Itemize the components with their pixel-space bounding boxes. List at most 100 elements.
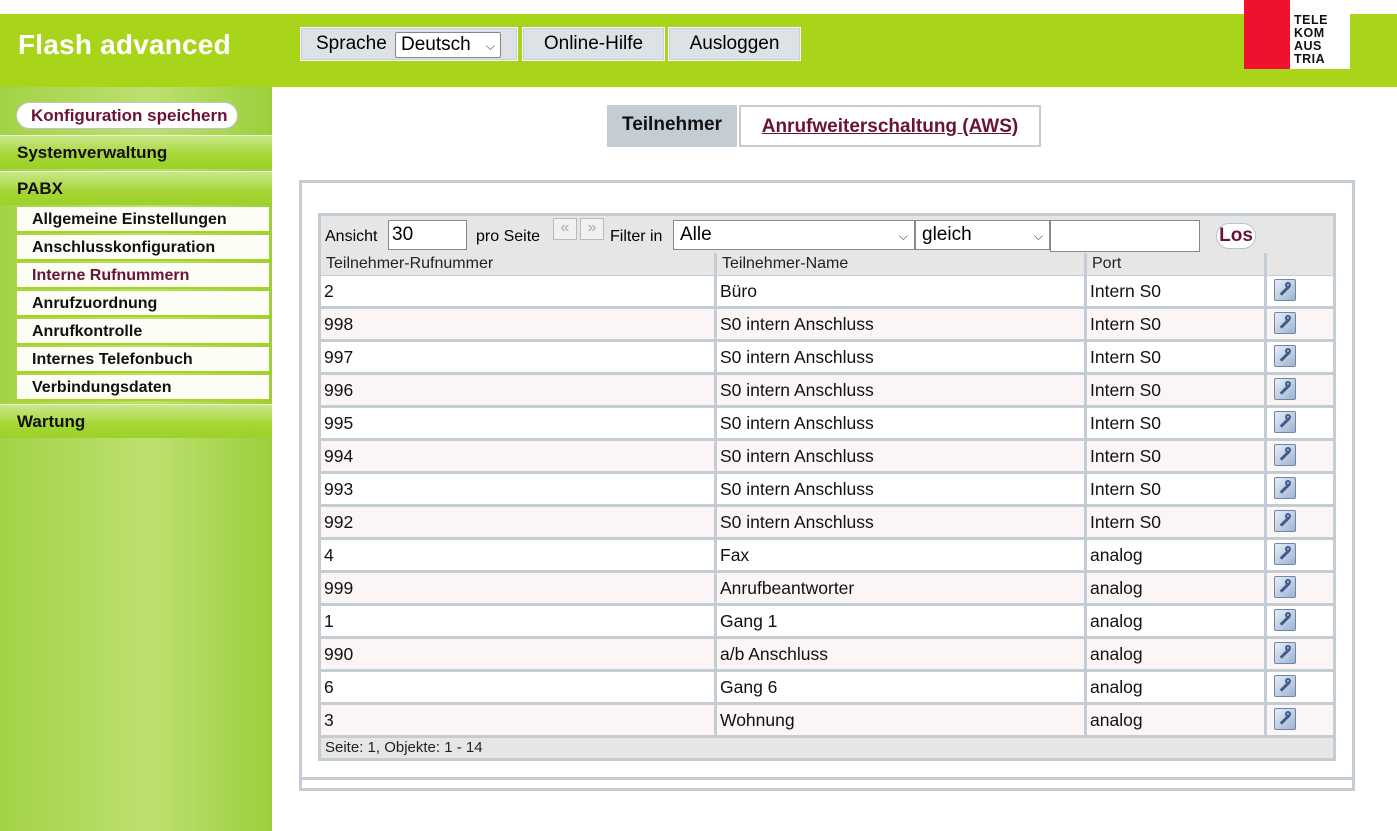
cell-action (1267, 276, 1333, 309)
table-row: 992 S0 intern Anschluss Intern S0 (321, 507, 1333, 540)
tab-anrufweiterschaltung[interactable]: Anrufweiterschaltung (AWS) (739, 105, 1041, 147)
save-configuration-button[interactable]: Konfiguration speichern (16, 102, 238, 129)
chevron-down-icon: ⌵ (898, 229, 908, 243)
chevron-down-icon: ⌵ (1033, 229, 1043, 243)
table-row: 990 a/b Anschluss analog (321, 639, 1333, 672)
column-header-number[interactable]: Teilnehmer-Rufnummer (321, 253, 717, 276)
cell-number: 990 (321, 639, 717, 672)
telekom-austria-logo: TELE KOM AUS TRIA (1244, 0, 1350, 69)
table-toolbar: Ansicht 30 pro Seite « » Filter in Alle … (318, 213, 1336, 253)
table-row: 997 S0 intern Anschluss Intern S0 (321, 342, 1333, 375)
table-row: 999 Anrufbeantworter analog (321, 573, 1333, 606)
edit-wrench-icon[interactable] (1274, 608, 1296, 631)
language-label: Sprache (316, 33, 387, 54)
language-select[interactable]: Deutsch ⌵ (395, 32, 501, 58)
edit-wrench-icon[interactable] (1274, 410, 1296, 433)
table-row: 4 Fax analog (321, 540, 1333, 573)
filter-field-value: Alle (680, 224, 712, 245)
edit-wrench-icon[interactable] (1274, 443, 1296, 466)
per-page-label: pro Seite (476, 228, 541, 245)
cell-action (1267, 507, 1333, 540)
cell-action (1267, 606, 1333, 639)
cell-name: Gang 1 (717, 606, 1087, 639)
filter-operator-select[interactable]: gleich ⌵ (915, 220, 1050, 250)
cell-port: Intern S0 (1087, 375, 1267, 408)
cell-number: 998 (321, 309, 717, 342)
language-selector-box: Sprache Deutsch ⌵ (300, 27, 518, 61)
cell-name: S0 intern Anschluss (717, 408, 1087, 441)
cell-name: S0 intern Anschluss (717, 375, 1087, 408)
online-help-button[interactable]: Online-Hilfe (522, 27, 665, 61)
cell-action (1267, 573, 1333, 606)
edit-wrench-icon[interactable] (1274, 377, 1296, 400)
cell-number: 997 (321, 342, 717, 375)
sidebar-item-internes-telefonbuch[interactable]: Internes Telefonbuch (17, 347, 269, 373)
edit-wrench-icon[interactable] (1274, 641, 1296, 664)
go-button[interactable]: Los (1216, 223, 1256, 249)
table-body: 2 Büro Intern S0 998 S0 intern Anschluss Inte… (321, 276, 1333, 738)
sidebar-item-anschlusskonfiguration[interactable]: Anschlusskonfiguration (17, 235, 269, 261)
cell-port: analog (1087, 540, 1267, 573)
cell-number: 2 (321, 276, 717, 309)
sidebar-item-anrufzuordnung[interactable]: Anrufzuordnung (17, 291, 269, 317)
column-header-actions (1267, 253, 1333, 276)
edit-wrench-icon[interactable] (1274, 575, 1296, 598)
previous-page-button[interactable]: « (553, 218, 577, 240)
next-page-button[interactable]: » (580, 218, 604, 240)
cell-number: 995 (321, 408, 717, 441)
edit-wrench-icon[interactable] (1274, 476, 1296, 499)
cell-action (1267, 342, 1333, 375)
cell-number: 999 (321, 573, 717, 606)
edit-wrench-icon[interactable] (1274, 311, 1296, 334)
sidebar-item-verbindungsdaten[interactable]: Verbindungsdaten (17, 375, 269, 401)
chevron-down-icon: ⌵ (485, 39, 495, 53)
cell-port: analog (1087, 606, 1267, 639)
cell-number: 994 (321, 441, 717, 474)
cell-port: analog (1087, 672, 1267, 705)
cell-action (1267, 672, 1333, 705)
sidebar-section-wartung[interactable]: Wartung (0, 404, 272, 438)
logout-button[interactable]: Ausloggen (668, 27, 801, 61)
cell-port: analog (1087, 639, 1267, 672)
filter-operator-value: gleich (922, 224, 972, 245)
sidebar-item-allgemeine-einstellungen[interactable]: Allgemeine Einstellungen (17, 207, 269, 233)
filter-label: Filter in (610, 228, 663, 245)
cell-port: Intern S0 (1087, 408, 1267, 441)
rows-per-page-input[interactable]: 30 (388, 220, 467, 250)
tab-teilnehmer[interactable]: Teilnehmer (607, 105, 737, 147)
filter-value-input[interactable] (1050, 220, 1200, 252)
cell-port: Intern S0 (1087, 342, 1267, 375)
cell-port: analog (1087, 705, 1267, 738)
sidebar-section-systemverwaltung[interactable]: Systemverwaltung (0, 135, 272, 169)
cell-name: Gang 6 (717, 672, 1087, 705)
subscriber-table: Teilnehmer-Rufnummer Teilnehmer-Name Por… (318, 253, 1336, 761)
cell-action (1267, 309, 1333, 342)
filter-field-select[interactable]: Alle ⌵ (673, 220, 915, 250)
edit-wrench-icon[interactable] (1274, 509, 1296, 532)
cell-action (1267, 705, 1333, 738)
column-header-port[interactable]: Port (1087, 253, 1267, 276)
panel-divider (302, 777, 1352, 788)
edit-wrench-icon[interactable] (1274, 674, 1296, 697)
cell-name: S0 intern Anschluss (717, 507, 1087, 540)
cell-number: 3 (321, 705, 717, 738)
edit-wrench-icon[interactable] (1274, 707, 1296, 730)
cell-port: Intern S0 (1087, 507, 1267, 540)
view-label: Ansicht (325, 228, 378, 245)
sidebar-item-interne-rufnummern[interactable]: Interne Rufnummern (17, 263, 269, 289)
cell-number: 4 (321, 540, 717, 573)
column-header-name[interactable]: Teilnehmer-Name (717, 253, 1087, 276)
cell-action (1267, 639, 1333, 672)
edit-wrench-icon[interactable] (1274, 542, 1296, 565)
table-row: 2 Büro Intern S0 (321, 276, 1333, 309)
table-header-row: Teilnehmer-Rufnummer Teilnehmer-Name Por… (321, 253, 1333, 276)
cell-name: S0 intern Anschluss (717, 309, 1087, 342)
cell-port: Intern S0 (1087, 276, 1267, 309)
sidebar-item-anrufkontrolle[interactable]: Anrufkontrolle (17, 319, 269, 345)
cell-name: Büro (717, 276, 1087, 309)
edit-wrench-icon[interactable] (1274, 278, 1296, 301)
sidebar-section-pabx[interactable]: PABX (0, 171, 272, 205)
cell-action (1267, 408, 1333, 441)
edit-wrench-icon[interactable] (1274, 344, 1296, 367)
cell-number: 992 (321, 507, 717, 540)
